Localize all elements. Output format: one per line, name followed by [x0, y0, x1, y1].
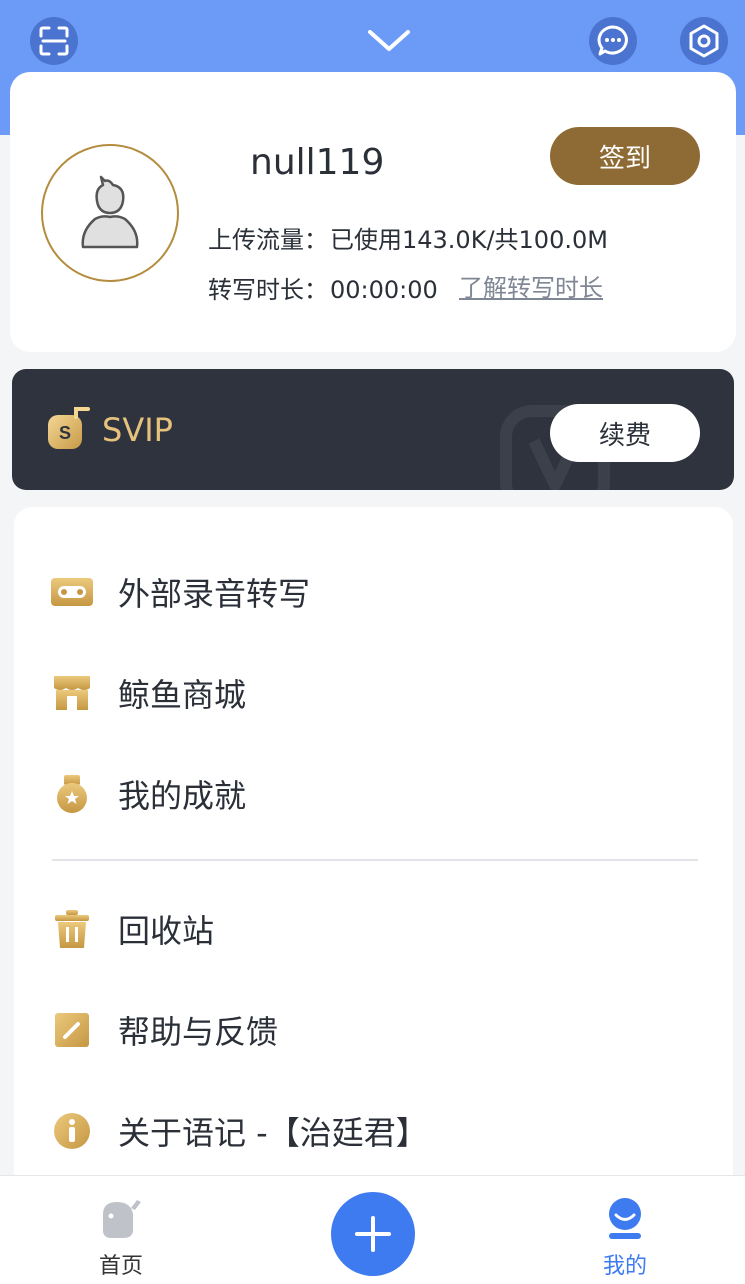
store-icon [50, 671, 94, 715]
menu-item-external-transcribe[interactable]: 外部录音转写 [14, 552, 733, 632]
upload-quota: 上传流量：已使用143.0K/共100.0M [208, 220, 608, 255]
menu-label: 关于语记 -【治廷君】 [118, 1114, 428, 1152]
signin-button[interactable]: 签到 [550, 127, 700, 185]
profile-card: null119 签到 上传流量：已使用143.0K/共100.0M 转写时长：0… [10, 72, 736, 352]
upload-value: 已使用143.0K/共100.0M [330, 226, 608, 254]
page: null119 签到 上传流量：已使用143.0K/共100.0M 转写时长：0… [0, 0, 745, 1284]
svip-label: SVIP [102, 411, 173, 449]
hexagon-settings-icon[interactable] [680, 17, 728, 65]
medal-icon [50, 772, 94, 816]
info-icon [50, 1109, 94, 1153]
tab-home-label: 首页 [98, 1254, 143, 1279]
chat-bubble-icon[interactable] [589, 17, 637, 65]
transcribe-value: 00:00:00 [330, 276, 438, 304]
menu-item-about[interactable]: 关于语记 -【治廷君】 [14, 1091, 733, 1171]
svip-badge-icon: S [48, 407, 90, 449]
user-silhouette-icon [81, 175, 139, 249]
menu-item-recycle-bin[interactable]: 回收站 [14, 889, 733, 969]
plus-icon [355, 1216, 391, 1252]
scan-icon[interactable] [30, 17, 78, 65]
user-icon [609, 1198, 641, 1239]
menu-item-help-feedback[interactable]: 帮助与反馈 [14, 990, 733, 1070]
menu-label: 鲸鱼商城 [118, 676, 247, 714]
menu-item-achievements[interactable]: 我的成就 [14, 754, 733, 834]
menu-card: 外部录音转写 鲸鱼商城 我的成就 回收站 帮助与反馈 关于语记 -【治廷君】 [14, 507, 733, 1197]
menu-divider [52, 859, 698, 861]
username: null119 [250, 142, 385, 183]
edit-icon [50, 1008, 94, 1052]
renew-button[interactable]: 续费 [550, 404, 700, 462]
transcribe-label: 转写时长： [208, 276, 328, 304]
svip-badge-letter: S [59, 423, 71, 443]
menu-label: 我的成就 [118, 777, 247, 815]
avatar[interactable] [41, 144, 179, 282]
upload-label: 上传流量： [208, 226, 328, 254]
learn-duration-link[interactable]: 了解转写时长 [459, 268, 603, 303]
tab-home[interactable]: 首页 [61, 1176, 181, 1284]
tab-mine-label: 我的 [602, 1254, 647, 1279]
menu-label: 帮助与反馈 [118, 1013, 279, 1051]
chevron-down-icon[interactable] [366, 26, 412, 56]
transcribe-duration: 转写时长：00:00:00 [208, 270, 438, 305]
menu-item-whale-store[interactable]: 鲸鱼商城 [14, 653, 733, 733]
tab-mine[interactable]: 我的 [565, 1176, 685, 1284]
svip-card[interactable]: S SVIP 续费 [12, 369, 734, 490]
menu-label: 回收站 [118, 912, 215, 950]
cassette-icon [50, 570, 94, 614]
add-button[interactable] [331, 1192, 415, 1276]
whale-icon [103, 1200, 141, 1238]
trash-icon [50, 907, 94, 951]
bottom-nav: 首页 我的 [0, 1175, 745, 1284]
menu-label: 外部录音转写 [118, 575, 311, 613]
